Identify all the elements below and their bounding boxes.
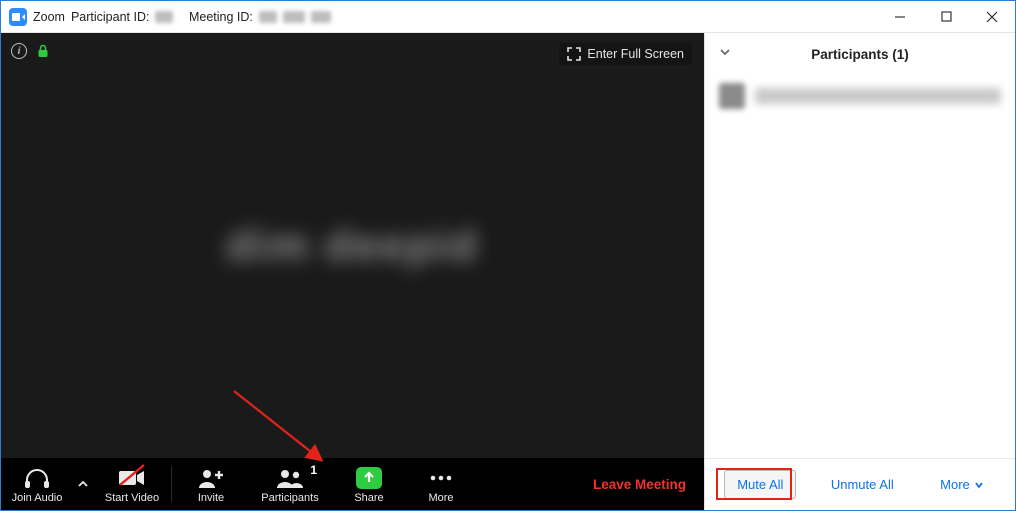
more-label: More [428, 492, 453, 504]
collapse-panel-button[interactable] [719, 45, 731, 63]
slash-icon [117, 463, 147, 487]
chevron-down-icon [974, 480, 984, 490]
stage-top-left-icons: i [11, 43, 49, 59]
close-button[interactable] [969, 1, 1015, 33]
start-video-label: Start Video [105, 492, 159, 504]
fullscreen-icon [567, 47, 581, 61]
join-audio-button[interactable]: Join Audio [1, 458, 73, 510]
participant-row[interactable] [705, 75, 1015, 117]
participant-name-redacted [755, 88, 1001, 104]
share-button[interactable]: Share [330, 458, 408, 510]
enter-fullscreen-button[interactable]: Enter Full Screen [559, 43, 692, 65]
zoom-window: Zoom Participant ID: Meeting ID: [0, 0, 1016, 511]
app-name: Zoom [33, 10, 65, 24]
panel-more-label: More [940, 477, 970, 492]
participants-panel-footer: Mute All Unmute All More [705, 458, 1015, 510]
window-body: i Enter Full Screen dim deepid [1, 33, 1015, 510]
share-label: Share [354, 492, 383, 504]
participants-count-badge: 1 [310, 463, 317, 477]
unmute-all-button[interactable]: Unmute All [819, 471, 906, 498]
invite-icon [197, 468, 225, 488]
invite-button[interactable]: Invite [172, 458, 250, 510]
participants-label: Participants [261, 492, 318, 504]
minimize-button[interactable] [877, 1, 923, 33]
meeting-controls: Join Audio Start Video [1, 458, 704, 510]
unmute-all-label: Unmute All [831, 477, 894, 492]
chevron-down-icon [719, 46, 731, 58]
meeting-id-value-redacted-3 [311, 11, 331, 23]
info-icon[interactable]: i [11, 43, 27, 59]
participant-id-label: Participant ID: [71, 10, 150, 24]
video-column: i Enter Full Screen dim deepid [1, 33, 704, 510]
participant-avatar-redacted [719, 83, 745, 109]
leave-meeting-label: Leave Meeting [593, 477, 686, 492]
start-video-button[interactable]: Start Video [93, 458, 171, 510]
meeting-id-value-redacted-2 [283, 11, 305, 23]
leave-meeting-button[interactable]: Leave Meeting [593, 477, 686, 492]
participants-button[interactable]: 1 Participants [250, 458, 330, 510]
mute-all-label: Mute All [737, 477, 783, 492]
zoom-logo-icon [9, 8, 27, 26]
meeting-id-label: Meeting ID: [189, 10, 253, 24]
meeting-id-value-redacted [259, 11, 277, 23]
fullscreen-label: Enter Full Screen [587, 47, 684, 61]
window-titlebar: Zoom Participant ID: Meeting ID: [1, 1, 1015, 33]
speaker-name-redacted: dim deepid [226, 221, 478, 271]
panel-more-button[interactable]: More [928, 471, 996, 498]
video-stage: i Enter Full Screen dim deepid [1, 33, 704, 458]
encryption-lock-icon [37, 44, 49, 58]
participants-panel-header: Participants (1) [705, 33, 1015, 75]
maximize-button[interactable] [923, 1, 969, 33]
participants-panel: Participants (1) Mute All Unmute All Mor… [704, 33, 1015, 510]
participants-icon [275, 468, 305, 488]
window-controls [877, 1, 1015, 33]
headphones-icon [23, 467, 51, 489]
participants-panel-title: Participants (1) [811, 47, 909, 62]
participant-id-value-redacted [155, 11, 173, 23]
mute-all-button[interactable]: Mute All [724, 470, 796, 499]
join-audio-options[interactable] [73, 479, 93, 489]
invite-label: Invite [198, 492, 224, 504]
more-dots-icon [429, 474, 453, 482]
more-button[interactable]: More [408, 458, 474, 510]
share-screen-icon [356, 467, 382, 489]
titlebar-left: Zoom Participant ID: Meeting ID: [1, 8, 331, 26]
join-audio-label: Join Audio [12, 492, 63, 504]
chevron-up-icon [78, 479, 88, 489]
